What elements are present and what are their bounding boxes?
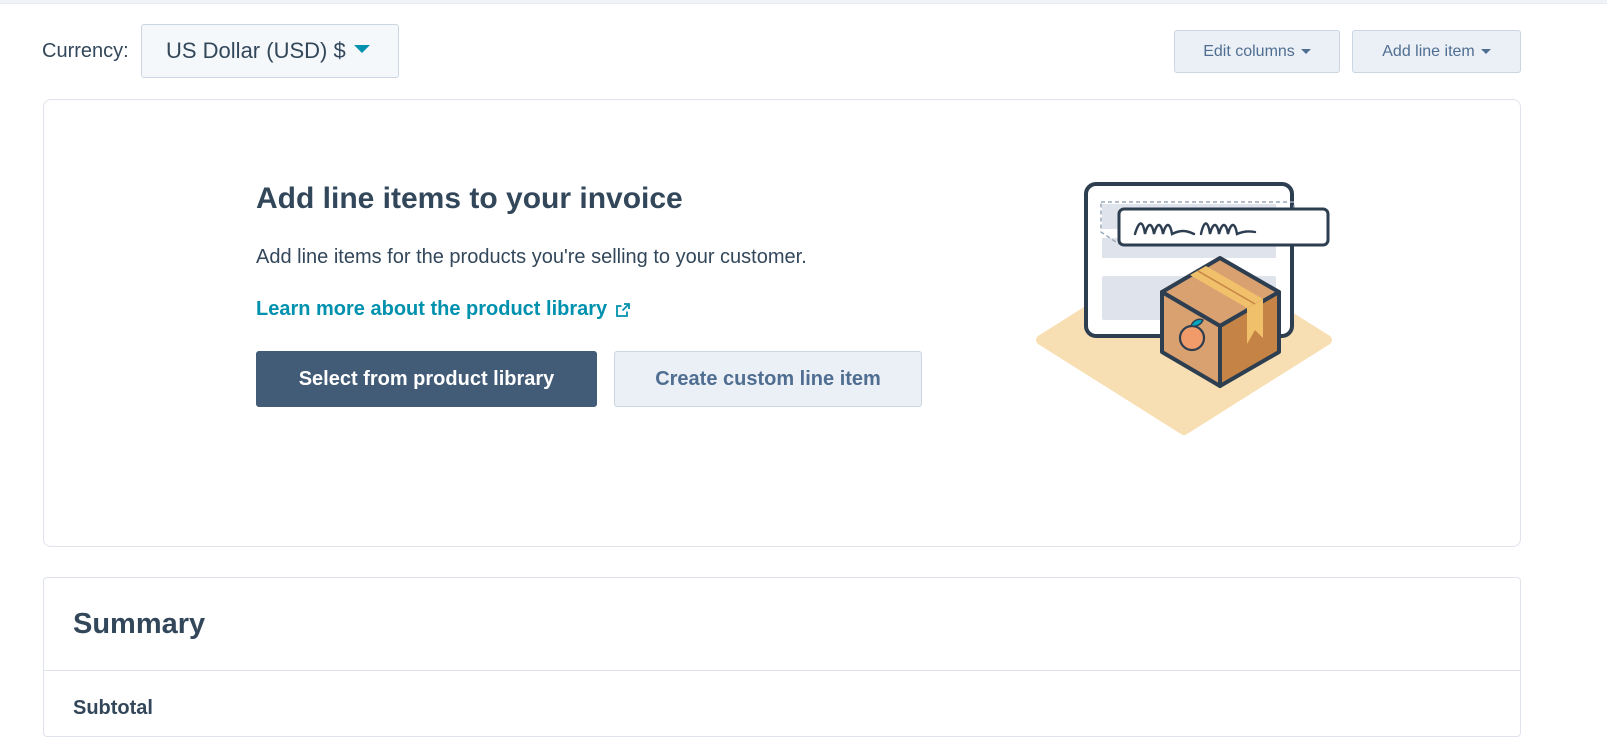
empty-state-title: Add line items to your invoice xyxy=(256,182,683,215)
learn-more-link-text: Learn more about the product library xyxy=(256,298,608,320)
edit-columns-label: Edit columns xyxy=(1203,42,1295,60)
learn-more-link[interactable]: Learn more about the product library xyxy=(256,298,631,321)
currency-label: Currency: xyxy=(42,40,129,62)
create-custom-line-item-button[interactable]: Create custom line item xyxy=(614,351,922,407)
summary-divider xyxy=(44,670,1520,671)
caret-down-icon xyxy=(353,45,370,53)
currency-selected-value: US Dollar (USD) $ xyxy=(166,38,346,63)
currency-select[interactable]: US Dollar (USD) $ xyxy=(141,24,399,78)
external-link-icon xyxy=(615,302,631,318)
add-line-item-label: Add line item xyxy=(1382,42,1475,60)
top-divider xyxy=(0,0,1607,4)
summary-card: Summary Subtotal xyxy=(43,577,1521,737)
empty-state-description: Add line items for the products you're s… xyxy=(256,246,807,268)
summary-title: Summary xyxy=(73,608,206,640)
caret-down-icon xyxy=(1480,49,1491,54)
line-items-empty-state-card: Add line items to your invoice Add line … xyxy=(43,99,1521,547)
select-from-product-library-button[interactable]: Select from product library xyxy=(256,351,597,407)
product-box-invoice-illustration xyxy=(1019,172,1349,442)
edit-columns-button[interactable]: Edit columns xyxy=(1174,30,1340,73)
subtotal-label: Subtotal xyxy=(73,697,153,719)
add-line-item-button[interactable]: Add line item xyxy=(1352,30,1521,73)
caret-down-icon xyxy=(1300,49,1311,54)
